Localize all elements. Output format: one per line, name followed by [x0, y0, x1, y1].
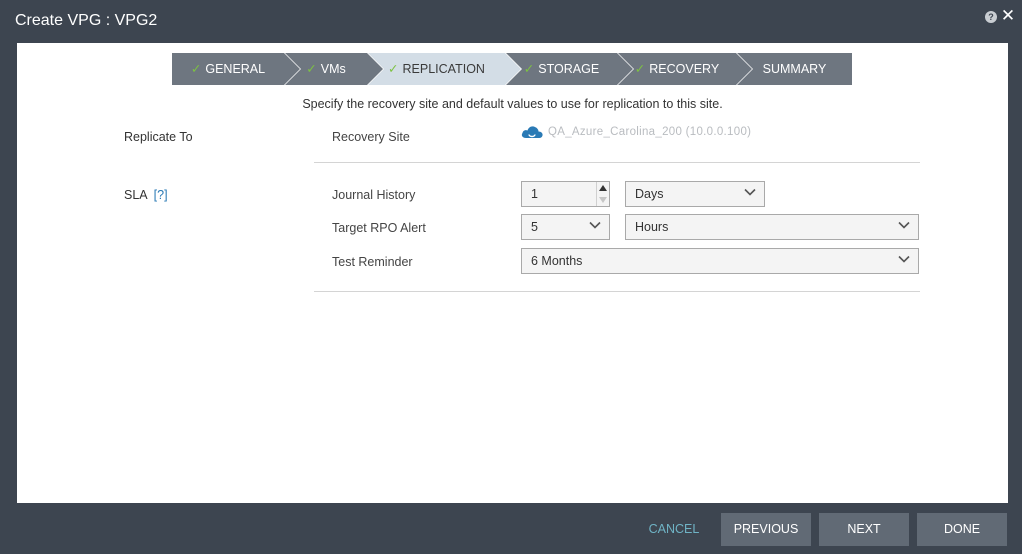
chevron-down-icon	[898, 221, 910, 229]
test-reminder-label: Test Reminder	[332, 255, 413, 269]
step-recovery[interactable]: ✓ RECOVERY	[618, 53, 752, 85]
footer-bar: CANCEL PREVIOUS NEXT DONE	[0, 503, 1022, 554]
chevron-down-icon	[744, 188, 756, 196]
journal-history-unit-select[interactable]: Days	[625, 181, 765, 207]
recovery-site-text: QA_Azure_Carolina_200 (10.0.0.100)	[548, 126, 752, 138]
stepper-down-icon[interactable]	[599, 197, 607, 203]
replicate-to-label: Replicate To	[124, 130, 193, 144]
check-icon: ✓	[523, 62, 535, 76]
target-rpo-alert-select[interactable]: 5	[521, 214, 610, 240]
step-label: REPLICATION	[402, 62, 485, 76]
help-icon[interactable]: ?	[985, 11, 997, 23]
divider	[314, 162, 920, 163]
step-label: RECOVERY	[649, 62, 720, 76]
wizard-steps: ✓ GENERAL ✓ VMs ✓ REPLICATION ✓ STORAGE ✓ REC…	[172, 53, 852, 85]
journal-history-stepper[interactable]	[596, 182, 609, 206]
target-rpo-alert-label: Target RPO Alert	[332, 221, 426, 235]
step-vms[interactable]: ✓ VMs	[285, 53, 383, 85]
step-label: STORAGE	[538, 62, 600, 76]
step-storage[interactable]: ✓ STORAGE	[506, 53, 633, 85]
title-bar: Create VPG : VPG2 ? ✕	[0, 0, 1022, 43]
target-rpo-alert-unit-select[interactable]: Hours	[625, 214, 919, 240]
check-icon: ✓	[190, 62, 202, 76]
test-reminder-value: 6 Months	[531, 254, 583, 268]
recovery-site-label: Recovery Site	[332, 130, 410, 144]
step-label: SUMMARY	[762, 62, 827, 76]
close-icon[interactable]: ✕	[1000, 7, 1016, 25]
journal-history-unit: Days	[635, 187, 664, 201]
sla-label-text: SLA	[124, 188, 148, 202]
chevron-down-icon	[898, 255, 910, 263]
window-title: Create VPG : VPG2	[15, 12, 158, 29]
target-rpo-alert-unit: Hours	[635, 220, 669, 234]
target-rpo-alert-value: 5	[531, 220, 538, 234]
done-button[interactable]: DONE	[917, 513, 1007, 546]
page-subtitle: Specify the recovery site and default va…	[302, 97, 723, 111]
journal-history-value: 1	[531, 187, 538, 201]
cancel-button[interactable]: CANCEL	[639, 519, 709, 539]
sla-help-link[interactable]: [?]	[154, 188, 168, 202]
step-replication[interactable]: ✓ REPLICATION	[368, 53, 521, 85]
chevron-down-icon	[589, 221, 601, 229]
step-general[interactable]: ✓ GENERAL	[172, 53, 300, 85]
previous-button[interactable]: PREVIOUS	[721, 513, 811, 546]
recovery-site-value: QA_Azure_Carolina_200 (10.0.0.100)	[520, 123, 751, 141]
cloud-icon	[521, 126, 543, 138]
next-button[interactable]: NEXT	[819, 513, 909, 546]
sla-label: SLA [?]	[124, 188, 168, 202]
divider	[314, 291, 920, 292]
test-reminder-select[interactable]: 6 Months	[521, 248, 919, 274]
check-icon: ✓	[306, 62, 317, 76]
journal-history-label: Journal History	[332, 188, 416, 202]
check-icon: ✓	[634, 62, 646, 76]
step-summary[interactable]: SUMMARY	[737, 53, 852, 85]
stepper-up-icon[interactable]	[599, 185, 607, 191]
check-icon: ✓	[388, 62, 399, 76]
dialog-content: ✓ GENERAL ✓ VMs ✓ REPLICATION ✓ STORAGE ✓ REC…	[17, 43, 1008, 503]
step-label: GENERAL	[205, 62, 266, 76]
journal-history-input[interactable]: 1	[521, 181, 610, 207]
step-label: VMs	[320, 62, 346, 76]
